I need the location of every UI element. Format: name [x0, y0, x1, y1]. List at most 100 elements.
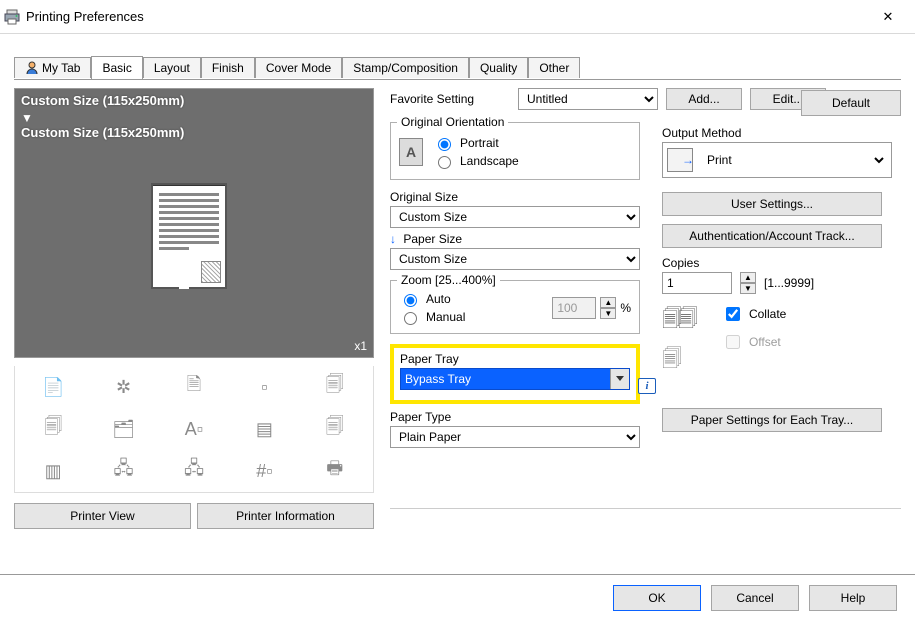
tab-cover-mode[interactable]: Cover Mode — [255, 57, 342, 78]
printer-output-icon — [667, 148, 693, 172]
tool-row-3: ▥ 🖧 🖧 #▫ 🖶 — [14, 450, 374, 493]
paper-settings-tray-button[interactable]: Paper Settings for Each Tray... — [662, 408, 882, 432]
person-icon — [25, 61, 39, 75]
tool-letter-icon[interactable]: A▫ — [177, 414, 211, 444]
copies-spin: ▲ ▼ — [740, 272, 756, 294]
tool-pages-icon[interactable]: 🗎 — [177, 372, 211, 402]
offset-checkbox — [726, 335, 740, 349]
tab-layout[interactable]: Layout — [143, 57, 201, 78]
zoom-manual-label: Manual — [426, 310, 465, 324]
zoom-legend: Zoom [25...400%] — [397, 273, 500, 287]
tool-list-icon[interactable]: ▥ — [36, 456, 70, 486]
copies-down[interactable]: ▼ — [740, 283, 756, 294]
orientation-legend: Original Orientation — [397, 115, 508, 129]
tab-other[interactable]: Other — [528, 57, 580, 78]
tab-finish[interactable]: Finish — [201, 57, 255, 78]
copies-up[interactable]: ▲ — [740, 272, 756, 283]
triangle-down-icon: ▼ — [21, 111, 33, 125]
preview-buttons: Printer View Printer Information — [14, 503, 374, 529]
preview-dest-size: Custom Size (115x250mm) — [21, 125, 184, 140]
paper-tray-select[interactable]: Bypass Tray — [400, 368, 630, 390]
info-icon[interactable]: i — [638, 378, 656, 394]
page-number: 1 — [179, 277, 189, 289]
paper-size-select[interactable]: Custom Size — [390, 248, 640, 270]
paper-type-select[interactable]: Plain Paper — [390, 426, 640, 448]
copies-range: [1...9999] — [764, 276, 814, 290]
zoom-up[interactable]: ▲ — [600, 297, 616, 308]
tool-row-1: 📄 ✲ 🗎 ▫ 🗐 — [14, 366, 374, 408]
output-method-select[interactable]: Print — [699, 145, 887, 175]
favorite-select[interactable]: Untitled — [518, 88, 658, 110]
portrait-label: Portrait — [460, 136, 499, 150]
tool-row-2: 🗐 🗂 A▫ ▤ 🗐 — [14, 408, 374, 450]
tool-pair-icon[interactable]: 🖧 — [177, 456, 211, 486]
close-button[interactable]: ✕ — [865, 1, 911, 33]
tool-print-icon[interactable]: 🖶 — [318, 456, 352, 486]
tab-quality[interactable]: Quality — [469, 57, 528, 78]
copies-indicator: x1 — [354, 339, 367, 353]
title-bar: Printing Preferences ✕ — [0, 0, 915, 34]
settings-column: Favorite Setting Untitled Add... Edit...… — [390, 88, 901, 124]
tool-flow-icon[interactable]: 🗐 — [318, 372, 352, 402]
offset-checkbox-row: Offset — [722, 332, 786, 352]
zoom-down[interactable]: ▼ — [600, 308, 616, 319]
preview-src-size: Custom Size (115x250mm) — [21, 93, 184, 108]
page-thumbnail: 1 — [151, 183, 227, 289]
original-size-select[interactable]: Custom Size — [390, 206, 640, 228]
offset-icon: 🗐 — [662, 344, 694, 378]
original-size-label: Original Size — [390, 190, 640, 204]
auth-track-button[interactable]: Authentication/Account Track... — [662, 224, 882, 248]
printer-icon — [4, 9, 20, 25]
collate-checkbox-row[interactable]: Collate — [722, 304, 786, 324]
tool-size-icon[interactable]: 📄 — [36, 372, 70, 402]
copies-input[interactable] — [662, 272, 732, 294]
separator — [390, 508, 901, 509]
tool-stack-icon[interactable]: 🗂 — [107, 414, 141, 444]
output-col: Output Method Print User Settings... Aut… — [662, 122, 892, 440]
zoom-value — [552, 297, 596, 319]
paper-tray-highlight: Paper Tray Bypass Tray — [390, 344, 640, 404]
window-title: Printing Preferences — [26, 9, 144, 24]
paper-size-label: ↓ Paper Size — [390, 232, 640, 246]
preview-panel: Custom Size (115x250mm) ▼ Custom Size (1… — [14, 88, 374, 358]
landscape-radio[interactable] — [438, 156, 451, 169]
printer-view-button[interactable]: Printer View — [14, 503, 191, 529]
tool-mark-icon[interactable]: #▫ — [247, 456, 281, 486]
zoom-group: Zoom [25...400%] Auto Manual — [390, 280, 640, 334]
tool-swap-icon[interactable]: 🗐 — [318, 414, 352, 444]
zoom-auto-radio[interactable] — [404, 294, 417, 307]
bottom-bar: OK Cancel Help — [613, 585, 897, 611]
output-method-wrap: Print — [662, 142, 892, 178]
tool-stamp-icon[interactable]: ✲ — [107, 372, 141, 402]
tool-copy-icon[interactable]: 🗐 — [36, 414, 70, 444]
bottom-separator — [0, 574, 915, 575]
tool-lines-icon[interactable]: ▤ — [247, 414, 281, 444]
help-button[interactable]: Help — [809, 585, 897, 611]
collate-area: 🗐🗐 🗐 Collate Offset — [662, 304, 892, 378]
collate-checkbox[interactable] — [726, 307, 740, 321]
tab-my-tab[interactable]: My Tab — [14, 57, 91, 78]
tab-rule — [14, 79, 901, 80]
tool-blank-icon[interactable]: ▫ — [247, 372, 281, 402]
offset-label: Offset — [749, 335, 781, 349]
paper-type-label: Paper Type — [390, 410, 640, 424]
tab-strip: My Tab Basic Layout Finish Cover Mode St… — [14, 54, 915, 78]
content: Custom Size (115x250mm) ▼ Custom Size (1… — [14, 80, 901, 571]
output-method-label: Output Method — [662, 126, 892, 140]
add-button[interactable]: Add... — [666, 88, 742, 110]
tab-basic[interactable]: Basic — [91, 56, 142, 79]
default-button[interactable]: Default — [801, 90, 901, 116]
mid-col: Original Orientation A Portrait Landscap… — [390, 122, 640, 448]
printer-information-button[interactable]: Printer Information — [197, 503, 374, 529]
user-settings-button[interactable]: User Settings... — [662, 192, 882, 216]
cancel-button[interactable]: Cancel — [711, 585, 799, 611]
page-corner-icon — [201, 261, 221, 283]
portrait-icon: A — [399, 138, 423, 166]
zoom-spin-buttons: ▲ ▼ — [600, 297, 616, 319]
tool-device-icon[interactable]: 🖧 — [107, 456, 141, 486]
tab-stamp-composition[interactable]: Stamp/Composition — [342, 57, 469, 78]
zoom-manual-radio[interactable] — [404, 312, 417, 325]
zoom-pct: % — [620, 301, 631, 315]
ok-button[interactable]: OK — [613, 585, 701, 611]
portrait-radio[interactable] — [438, 138, 451, 151]
